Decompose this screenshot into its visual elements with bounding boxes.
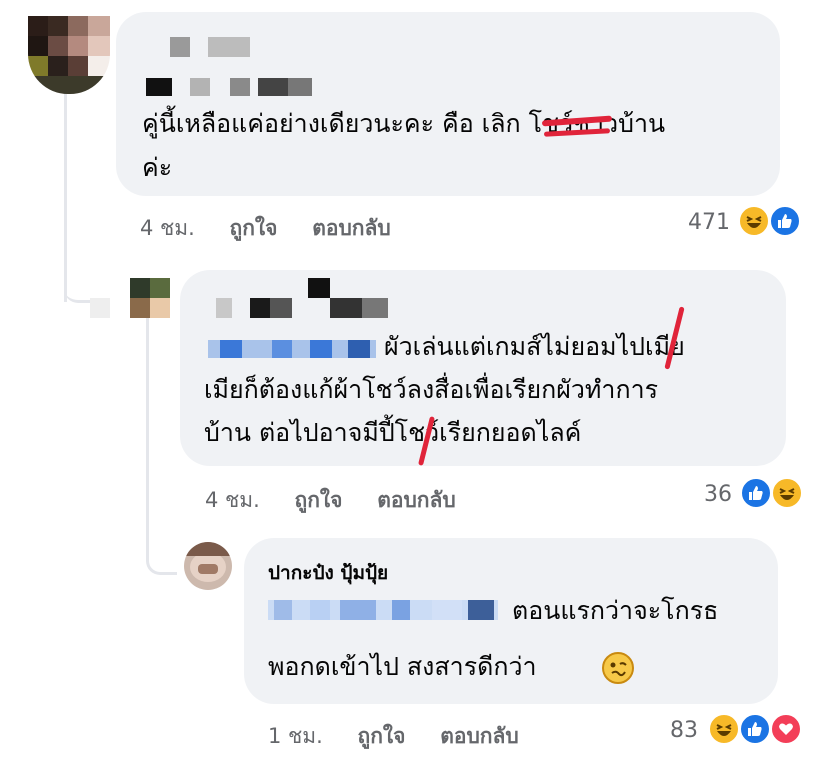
reply-button[interactable]: ตอบกลับ	[312, 216, 391, 240]
timestamp[interactable]: 1 ชม.	[268, 724, 323, 748]
woozy-face-icon	[602, 652, 634, 684]
comment-meta-2: 4 ชม. ถูกใจ ตอบกลับ	[205, 484, 456, 517]
comment-bubble-3: ปากะป๋ง ปุ้มปุ้ย ตอนแรกว่าจะโกรธ พอกดเข้…	[244, 538, 778, 704]
avatar[interactable]	[28, 16, 110, 94]
comment-text-line-1: คู่นี้เหลือแค่อย่างเดียวนะคะ คือ เลิก โช…	[142, 109, 666, 138]
comment-text-line-2: เมียก็ต้องแก้ผ้าโชว์ลงสื่อเพื่อเรียกผัวท…	[204, 375, 659, 404]
reaction-count[interactable]: 83	[650, 718, 698, 743]
comment-meta-3: 1 ชม. ถูกใจ ตอบกลับ	[268, 720, 519, 753]
like-icon[interactable]	[738, 712, 772, 746]
love-icon[interactable]	[769, 712, 803, 746]
author-name-redacted	[250, 298, 272, 318]
timestamp[interactable]: 4 ชม.	[140, 216, 195, 240]
reaction-count[interactable]: 36	[676, 482, 732, 507]
comment-text-line-3: บ้าน ต่อไปอาจมีปี้โชว์เรียกยอดไลค์	[204, 418, 582, 447]
comment-text-line-1: ผัวเล่นแต่เกมส์ไม่ยอมไปเมีย	[384, 332, 685, 361]
like-button[interactable]: ถูกใจ	[295, 488, 343, 512]
author-name[interactable]: ปากะป๋ง ปุ้มปุ้ย	[268, 558, 388, 588]
avatar[interactable]	[184, 542, 232, 590]
mention-redacted	[268, 600, 498, 620]
reply-button[interactable]: ตอบกลับ	[440, 724, 519, 748]
comment-bubble-1: คู่นี้เหลือแค่อย่างเดียวนะคะ คือ เลิก โช…	[116, 12, 780, 196]
comment-text-line-2: ค่ะ	[142, 153, 173, 182]
thread-line-reply	[146, 318, 149, 548]
like-icon[interactable]	[739, 476, 773, 510]
haha-icon[interactable]	[707, 712, 741, 746]
comment-meta-1: 4 ชม. ถูกใจ ตอบกลับ	[140, 212, 391, 245]
thread-connector-reply-1	[64, 270, 92, 303]
timestamp[interactable]: 4 ชม.	[205, 488, 260, 512]
avatar[interactable]	[130, 278, 170, 318]
haha-icon[interactable]	[737, 204, 771, 238]
author-name-redacted	[170, 37, 190, 57]
reply-button[interactable]: ตอบกลับ	[377, 488, 456, 512]
comment-text-line-2: พอกดเข้าไป สงสารดีกว่า	[268, 652, 537, 681]
comment-bubble-2: ผัวเล่นแต่เกมส์ไม่ยอมไปเมีย เมียก็ต้องแก…	[180, 270, 786, 466]
like-button[interactable]: ถูกใจ	[230, 216, 278, 240]
haha-icon[interactable]	[770, 476, 804, 510]
like-button[interactable]: ถูกใจ	[358, 724, 406, 748]
thread-connector-reply-2	[146, 540, 177, 575]
comment-text-line-1: ตอนแรกว่าจะโกรธ	[512, 596, 719, 625]
like-icon[interactable]	[768, 204, 802, 238]
avatar-blur-left	[90, 298, 110, 318]
reaction-count[interactable]: 471	[670, 210, 730, 235]
